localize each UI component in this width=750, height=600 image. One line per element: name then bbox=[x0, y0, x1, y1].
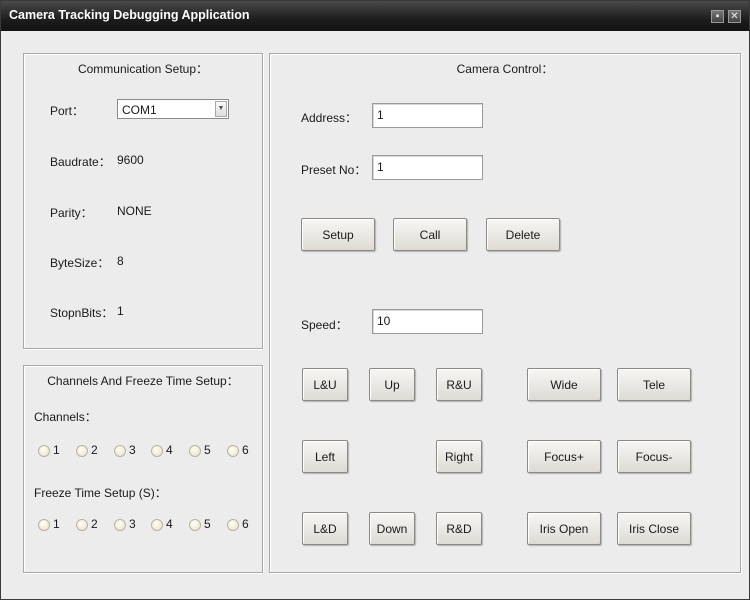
channel-radio-3[interactable] bbox=[114, 445, 126, 457]
close-icon[interactable]: ✕ bbox=[728, 10, 741, 23]
baudrate-value: 9600 bbox=[117, 153, 144, 167]
minimize-icon[interactable]: ▪ bbox=[711, 10, 724, 23]
window-title: Camera Tracking Debugging Application bbox=[9, 8, 250, 22]
focus-plus-button[interactable]: Focus+ bbox=[527, 440, 601, 473]
left-up-button[interactable]: L&U bbox=[302, 368, 348, 401]
channels-label: Channels： bbox=[34, 410, 97, 424]
freeze-radio-label: 3 bbox=[129, 517, 136, 531]
channel-radio-1[interactable] bbox=[38, 445, 50, 457]
down-button[interactable]: Down bbox=[369, 512, 415, 545]
iris-open-button[interactable]: Iris Open bbox=[527, 512, 601, 545]
chevron-down-icon[interactable]: ▼ bbox=[215, 101, 227, 117]
client-area: Communication Setup： Port： COM1 ▼ Baudra… bbox=[7, 31, 745, 597]
left-down-button[interactable]: L&D bbox=[302, 512, 348, 545]
channel-radio-label: 3 bbox=[129, 443, 136, 457]
channels-freeze-title: Channels And Freeze Time Setup： bbox=[47, 374, 239, 388]
freeze-radio-1[interactable] bbox=[38, 519, 50, 531]
camera-control-group: Camera Control： Address： 1 Preset No： 1 … bbox=[269, 53, 741, 573]
app-window: Camera Tracking Debugging Application ▪ … bbox=[0, 0, 750, 600]
port-select[interactable]: COM1 ▼ bbox=[117, 99, 229, 119]
freeze-radio-5[interactable] bbox=[189, 519, 201, 531]
freeze-radio-6[interactable] bbox=[227, 519, 239, 531]
speed-label: Speed： bbox=[301, 318, 348, 332]
channel-radio-5[interactable] bbox=[189, 445, 201, 457]
communication-setup-group: Communication Setup： Port： COM1 ▼ Baudra… bbox=[23, 53, 263, 349]
tele-button[interactable]: Tele bbox=[617, 368, 691, 401]
right-down-button[interactable]: R&D bbox=[436, 512, 482, 545]
camera-control-title: Camera Control： bbox=[456, 62, 554, 76]
freeze-time-label: Freeze Time Setup (S)： bbox=[34, 486, 167, 500]
freeze-radio-3[interactable] bbox=[114, 519, 126, 531]
freeze-radio-label: 2 bbox=[91, 517, 98, 531]
baudrate-label: Baudrate： bbox=[50, 155, 111, 169]
channel-radio-2[interactable] bbox=[76, 445, 88, 457]
call-button[interactable]: Call bbox=[393, 218, 467, 251]
delete-button[interactable]: Delete bbox=[486, 218, 560, 251]
freeze-radio-4[interactable] bbox=[151, 519, 163, 531]
freeze-radio-label: 5 bbox=[204, 517, 211, 531]
focus-minus-button[interactable]: Focus- bbox=[617, 440, 691, 473]
parity-value: NONE bbox=[117, 204, 152, 218]
stopbits-label: StopnBits： bbox=[50, 306, 114, 320]
right-up-button[interactable]: R&U bbox=[436, 368, 482, 401]
channel-radio-6[interactable] bbox=[227, 445, 239, 457]
port-label: Port： bbox=[50, 104, 85, 118]
freeze-radio-label: 1 bbox=[53, 517, 60, 531]
right-button[interactable]: Right bbox=[436, 440, 482, 473]
preset-input[interactable]: 1 bbox=[372, 155, 483, 180]
setup-button[interactable]: Setup bbox=[301, 218, 375, 251]
stopbits-value: 1 bbox=[117, 304, 124, 318]
bytesize-value: 8 bbox=[117, 254, 124, 268]
channel-radio-label: 6 bbox=[242, 443, 249, 457]
left-button[interactable]: Left bbox=[302, 440, 348, 473]
bytesize-label: ByteSize： bbox=[50, 256, 110, 270]
up-button[interactable]: Up bbox=[369, 368, 415, 401]
iris-close-button[interactable]: Iris Close bbox=[617, 512, 691, 545]
communication-setup-title: Communication Setup： bbox=[77, 62, 209, 76]
freeze-radio-label: 6 bbox=[242, 517, 249, 531]
title-bar[interactable]: Camera Tracking Debugging Application ▪ … bbox=[1, 1, 749, 31]
parity-label: Parity： bbox=[50, 206, 93, 220]
freeze-radio-label: 4 bbox=[166, 517, 173, 531]
freeze-radio-2[interactable] bbox=[76, 519, 88, 531]
speed-input[interactable]: 10 bbox=[372, 309, 483, 334]
wide-button[interactable]: Wide bbox=[527, 368, 601, 401]
channel-radio-4[interactable] bbox=[151, 445, 163, 457]
channel-radio-label: 5 bbox=[204, 443, 211, 457]
channel-radio-label: 1 bbox=[53, 443, 60, 457]
address-label: Address： bbox=[301, 111, 358, 125]
channel-radio-label: 2 bbox=[91, 443, 98, 457]
address-input[interactable]: 1 bbox=[372, 103, 483, 128]
port-selected-value: COM1 bbox=[122, 103, 157, 117]
channels-freeze-group: Channels And Freeze Time Setup： Channels… bbox=[23, 365, 263, 573]
preset-label: Preset No： bbox=[301, 163, 367, 177]
channel-radio-label: 4 bbox=[166, 443, 173, 457]
